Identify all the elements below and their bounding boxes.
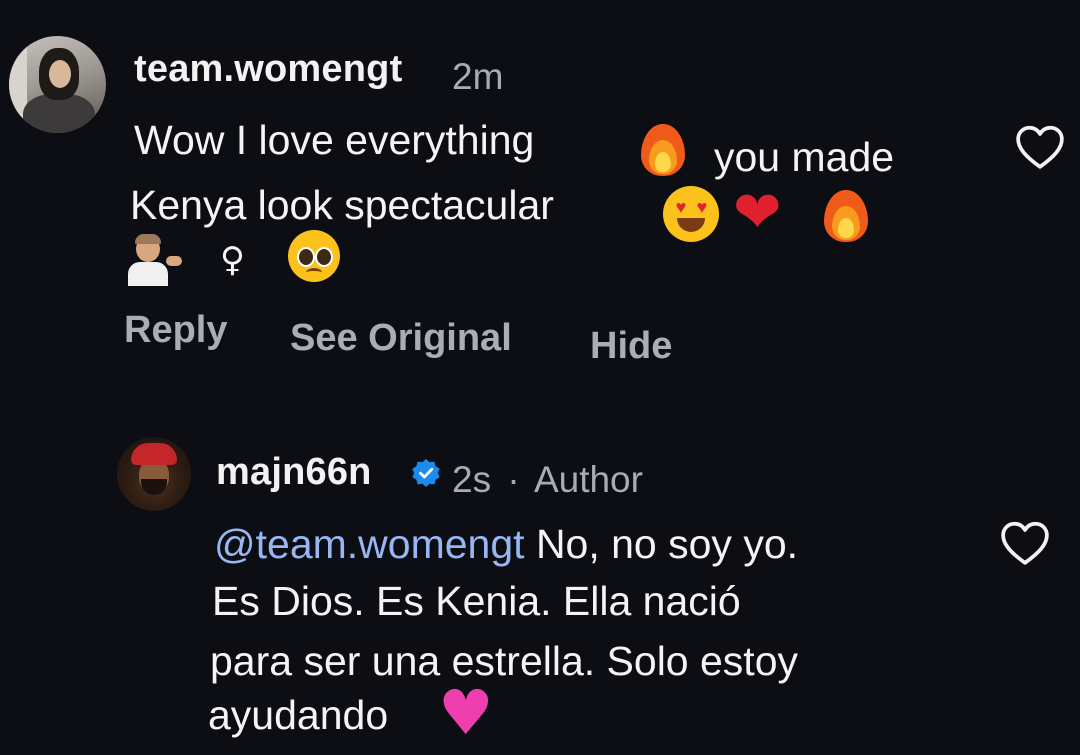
comment-timestamp: 2m xyxy=(452,56,504,97)
comment-username[interactable]: team.womengt xyxy=(134,48,402,91)
comment-item: team.womengt 2m Wow I love everything yo… xyxy=(0,0,1080,400)
comment-text-line: para ser una estrella. Solo estoy xyxy=(210,638,798,684)
comment-text-line: Es Dios. Es Kenia. Ella nació xyxy=(212,578,741,624)
see-original-button[interactable]: See Original xyxy=(290,317,512,360)
comment-thread: team.womengt 2m Wow I love everything yo… xyxy=(0,0,1080,755)
female-sign-icon: ♀ xyxy=(220,240,245,280)
comment-timestamp: 2s xyxy=(452,459,492,500)
person-tipping-hand-emoji-icon xyxy=(128,234,184,286)
like-heart-icon[interactable] xyxy=(1000,520,1050,566)
comment-text-line: Wow I love everything xyxy=(134,117,535,163)
heart-eyes-emoji-icon: ♥ ♥ xyxy=(663,186,719,242)
avatar[interactable] xyxy=(9,36,106,133)
mention-link[interactable]: @team.womengt xyxy=(214,521,525,567)
fire-emoji-icon xyxy=(818,186,874,246)
reply-button[interactable]: Reply xyxy=(124,309,227,352)
like-heart-icon[interactable] xyxy=(1015,124,1065,170)
comment-text-line: No, no soy yo. xyxy=(535,521,799,567)
author-badge: Author xyxy=(533,459,643,500)
verified-badge-icon xyxy=(412,459,440,487)
hide-button[interactable]: Hide xyxy=(590,325,672,368)
comment-text-line: Kenya look spectacular xyxy=(130,182,554,228)
avatar[interactable] xyxy=(117,437,191,511)
comment-text-line: ayudando xyxy=(208,692,389,738)
red-heart-emoji-icon: ❤ xyxy=(733,178,782,246)
comment-username[interactable]: majn66n xyxy=(216,451,372,494)
pleading-face-emoji-icon xyxy=(288,230,342,284)
meta-separator: · xyxy=(507,459,520,500)
fire-emoji-icon xyxy=(635,120,691,180)
pink-heart-emoji-icon: ♥ xyxy=(438,676,494,749)
